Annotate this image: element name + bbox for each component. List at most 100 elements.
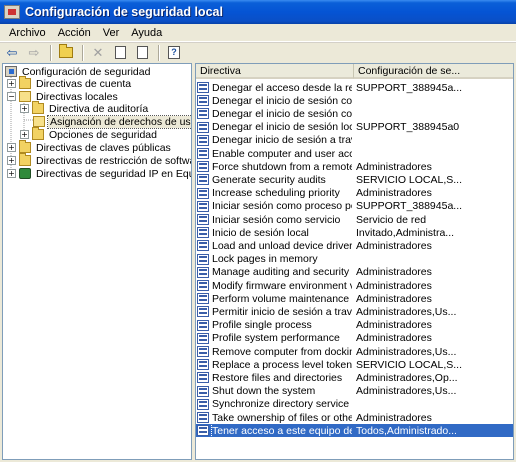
table-row[interactable]: Permitir inicio de sesión a través d... A… (196, 305, 513, 318)
security-setting: Servicio de red (356, 213, 427, 226)
title-bar[interactable]: Configuración de seguridad local (0, 0, 516, 24)
tree-item-account-policies[interactable]: + Directivas de cuenta (7, 76, 133, 90)
table-row[interactable]: Iniciar sesión como proceso por lotes SUP… (196, 200, 513, 213)
table-row[interactable]: Iniciar sesión como servicio Servicio de … (196, 213, 513, 226)
table-row[interactable]: Increase scheduling priority Administrado… (196, 187, 513, 200)
toolbar-separator (50, 44, 52, 61)
menu-accion[interactable]: Acción (52, 25, 97, 41)
table-row[interactable]: Replace a process level token SERVICIO LO… (196, 358, 513, 371)
menu-bar: Archivo Acción Ver Ayuda (0, 24, 516, 42)
expand-icon[interactable]: + (20, 130, 29, 139)
tree-item-label: Directivas de cuenta (36, 77, 132, 90)
table-row[interactable]: Inicio de sesión local Invitado,Administr… (196, 226, 513, 239)
policy-name: Restore files and directories (212, 371, 343, 384)
table-row[interactable]: Take ownership of files or other o... Adm… (196, 411, 513, 424)
policy-name: Remove computer from docking st... (212, 345, 352, 358)
tree-item-audit-policy[interactable]: + Directiva de auditoría (20, 101, 150, 115)
policy-icon (197, 187, 209, 199)
table-row[interactable]: Denegar el inicio de sesión como s... (196, 94, 513, 107)
tree-item-security-options[interactable]: + Opciones de seguridad (20, 127, 159, 141)
table-row[interactable]: Profile system performance Administradore… (196, 332, 513, 345)
policy-cell: Inicio de sesión local (197, 227, 352, 239)
policy-cell: Force shutdown from a remote sy... (197, 161, 352, 173)
policy-icon (197, 200, 209, 212)
table-row[interactable]: Denegar el inicio de sesión localme... SU… (196, 121, 513, 134)
delete-button[interactable]: ✕ (88, 44, 108, 62)
table-row[interactable]: Remove computer from docking st... Admini… (196, 345, 513, 358)
policy-name: Denegar el inicio de sesión como s... (212, 107, 352, 120)
policy-icon (197, 121, 209, 133)
up-one-level-button[interactable] (56, 44, 76, 62)
security-settings-icon (5, 66, 17, 77)
table-row[interactable]: Generate security audits SERVICIO LOCAL,S… (196, 173, 513, 186)
table-row[interactable]: Perform volume maintenance tasks Administ… (196, 292, 513, 305)
policy-icon (197, 214, 209, 226)
properties-button[interactable] (110, 44, 130, 62)
table-row[interactable]: Denegar inicio de sesión a través ... (196, 134, 513, 147)
toolbar-separator (82, 44, 84, 61)
tree-item-label: Directivas de restricción de software (36, 154, 192, 167)
policy-icon (197, 253, 209, 265)
table-row[interactable]: Enable computer and user account... (196, 147, 513, 160)
security-setting: Administradores,Op... (356, 371, 458, 384)
policy-name: Denegar el inicio de sesión como s... (212, 94, 352, 107)
policy-cell: Denegar inicio de sesión a través ... (197, 134, 352, 146)
forward-button[interactable]: ⇨ (24, 44, 44, 62)
expand-icon[interactable]: + (7, 143, 16, 152)
menu-ayuda[interactable]: Ayuda (125, 25, 168, 41)
policy-cell: Tener acceso a este equipo desde... (197, 424, 352, 437)
table-row[interactable]: Synchronize directory service data (196, 398, 513, 411)
table-row[interactable]: Denegar el inicio de sesión como s... (196, 107, 513, 120)
table-row[interactable]: Denegar el acceso desde la red a ... SUPP… (196, 81, 513, 94)
menu-ver[interactable]: Ver (97, 25, 126, 41)
table-row[interactable]: Tener acceso a este equipo desde... Todos… (196, 424, 513, 438)
back-button[interactable]: ⇦ (2, 44, 22, 62)
policy-name: Iniciar sesión como servicio (212, 213, 341, 226)
expand-icon[interactable]: + (7, 156, 16, 165)
policy-name: Iniciar sesión como proceso por lotes (212, 200, 352, 213)
expand-icon[interactable]: + (20, 104, 29, 113)
tree-item-label: Directivas de claves públicas (36, 141, 171, 154)
expand-icon[interactable]: + (7, 79, 16, 88)
security-setting: Administradores (356, 279, 432, 292)
policy-cell: Profile single process (197, 319, 352, 331)
console-tree[interactable]: Configuración de seguridad + Directivas … (2, 63, 192, 460)
tree-item-public-key-policies[interactable]: + Directivas de claves públicas (7, 140, 173, 154)
policy-name: Inicio de sesión local (212, 226, 309, 239)
table-row[interactable]: Modify firmware environment values Admini… (196, 279, 513, 292)
tree-item-label: Configuración de seguridad (22, 65, 151, 78)
help-button[interactable]: ? (164, 44, 184, 62)
folder-icon (19, 140, 31, 153)
table-row[interactable]: Load and unload device drivers Administra… (196, 239, 513, 252)
up-folder-icon (59, 44, 73, 58)
policy-icon (197, 319, 209, 331)
export-list-button[interactable] (132, 44, 152, 62)
security-setting: Administradores (356, 160, 432, 173)
table-row[interactable]: Shut down the system Administradores,Us..… (196, 385, 513, 398)
policy-name: Perform volume maintenance tasks (212, 292, 352, 305)
table-row[interactable]: Lock pages in memory (196, 253, 513, 266)
column-header-policy[interactable]: Directiva (196, 64, 354, 79)
policy-list[interactable]: Directiva Configuración de se... Denegar… (195, 63, 514, 460)
expand-icon[interactable]: + (7, 169, 16, 178)
collapse-icon[interactable]: − (7, 92, 16, 101)
help-icon: ? (168, 46, 180, 59)
policy-cell: Restore files and directories (197, 372, 352, 384)
table-row[interactable]: Profile single process Administradores (196, 319, 513, 332)
tree-item-ip-security-policies[interactable]: + Directivas de seguridad IP en Equipo l… (7, 167, 191, 180)
policy-name: Force shutdown from a remote sy... (212, 160, 352, 173)
policy-icon (197, 359, 209, 371)
security-setting: Administradores,Us... (356, 385, 457, 398)
menu-archivo[interactable]: Archivo (3, 25, 52, 41)
policy-cell: Profile system performance (197, 332, 352, 344)
table-row[interactable]: Restore files and directories Administrad… (196, 371, 513, 384)
policy-icon (197, 280, 209, 292)
table-row[interactable]: Manage auditing and security log Administ… (196, 266, 513, 279)
tree-item-software-restriction-policies[interactable]: + Directivas de restricción de software (7, 153, 192, 167)
table-row[interactable]: Force shutdown from a remote sy... Admini… (196, 160, 513, 173)
ip-security-icon (19, 168, 31, 179)
tree-item-user-rights-assignment[interactable]: Asignación de derechos de usuario (33, 114, 191, 129)
folder-icon (19, 153, 31, 166)
column-header-setting[interactable]: Configuración de se... (354, 64, 513, 79)
policy-icon (197, 95, 209, 107)
